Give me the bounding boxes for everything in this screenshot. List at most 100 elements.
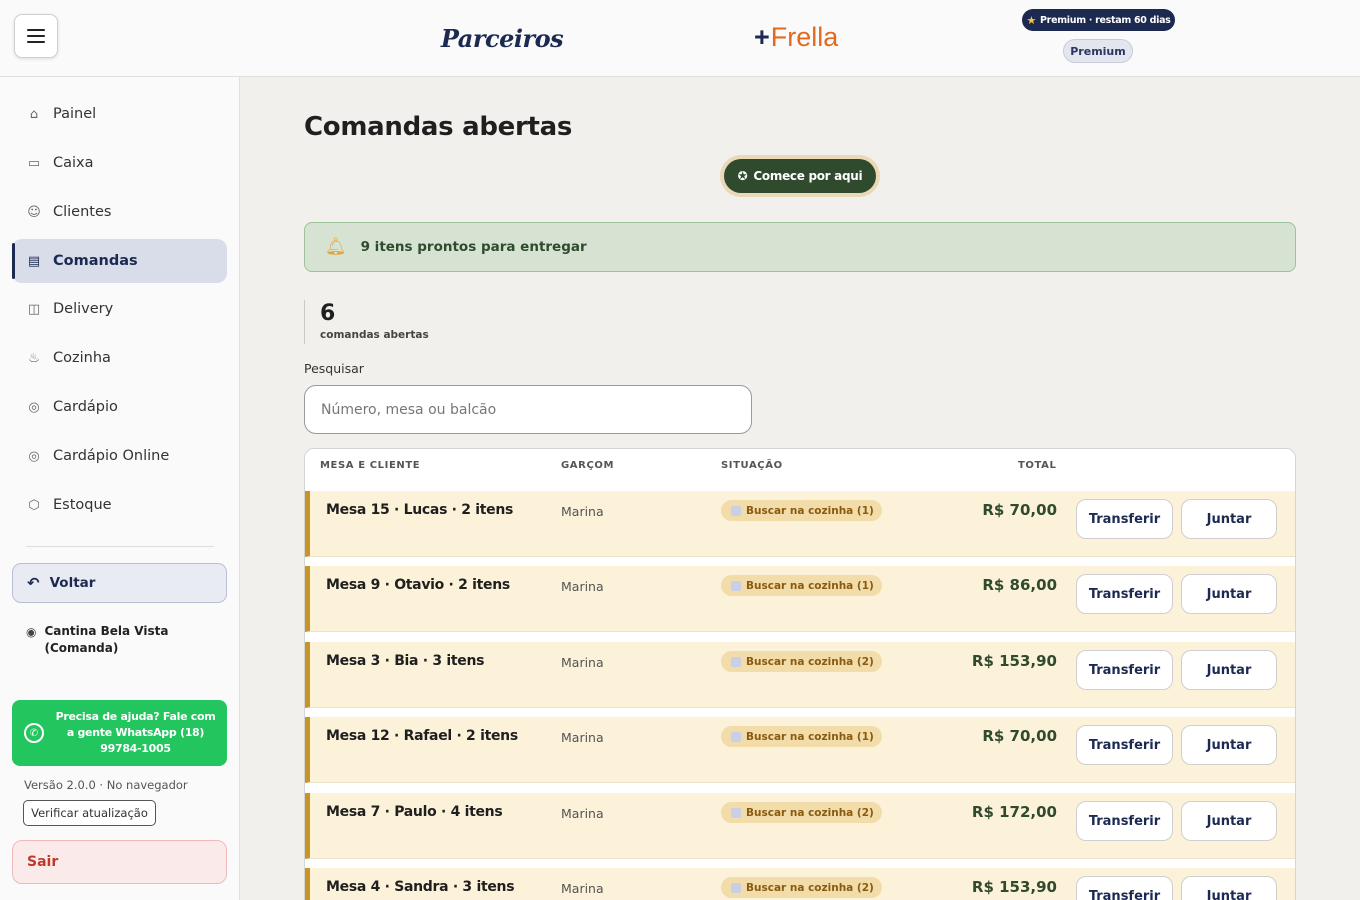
kitchen-icon [731,580,741,591]
column-header-total: TOTAL [1018,460,1057,471]
status-text: Buscar na cozinha (1) [746,504,874,517]
search-label: Pesquisar [304,361,364,376]
row-total: R$ 86,00 [982,576,1057,594]
sidebar-item-label: Estoque [53,497,112,513]
open-orders-count: 6 comandas abertas [304,300,429,344]
row-total: R$ 153,90 [971,878,1057,896]
bell-icon: 🔔︎ [325,237,347,257]
ready-items-alert[interactable]: 🔔︎ 9 itens prontos para entregar [304,222,1296,272]
check-update-button[interactable]: Verificar atualização [23,800,156,826]
row-mesa-cliente: Mesa 9 · Otavio · 2 itens [326,577,510,593]
status-text: Buscar na cozinha (2) [746,881,874,894]
sidebar-item-comandas[interactable]: ▤ Comandas [12,239,227,283]
cooking-pot-icon: ♨ [28,350,40,366]
premium-status-pill: ★ Premium · restam 60 dias [1022,9,1175,31]
status-badge: Buscar na cozinha (1) [721,500,882,521]
status-text: Buscar na cozinha (2) [746,655,874,668]
status-text: Buscar na cozinha (2) [746,806,874,819]
status-badge: Buscar na cozinha (1) [721,575,882,596]
transfer-button[interactable]: Transferir [1076,876,1173,900]
column-header-garcom: GARÇOM [561,460,615,471]
open-orders-number: 6 [320,301,336,326]
transfer-button[interactable]: Transferir [1076,574,1173,614]
sidebar-item-label: Cardápio [53,399,118,415]
version-info: Versão 2.0.0 · No navegador [24,778,188,792]
frella-logo-text: Frella [770,22,839,52]
column-header-situacao: SITUAÇÃO [721,460,783,471]
join-button[interactable]: Juntar [1181,801,1277,841]
ready-items-text: 9 itens prontos para entregar [360,239,587,255]
table-row[interactable]: Mesa 15 · Lucas · 2 itens Marina Buscar … [305,491,1295,557]
kitchen-icon [731,807,741,818]
kitchen-icon [731,656,741,667]
sidebar-item-painel[interactable]: ⌂ Painel [12,92,227,136]
kitchen-icon [731,505,741,516]
row-garcom: Marina [561,730,604,745]
column-header-mesa: MESA E CLIENTE [320,460,421,471]
compass-icon: ✪ [737,169,748,183]
table-row[interactable]: Mesa 9 · Otavio · 2 itens Marina Buscar … [305,566,1295,632]
whatsapp-help-button[interactable]: ✆ Precisa de ajuda? Fale com a gente Wha… [12,700,227,766]
logout-button[interactable]: Sair [12,840,227,884]
table-row[interactable]: Mesa 4 · Sandra · 3 itens Marina Buscar … [305,868,1295,900]
voltar-button[interactable]: ↶ Voltar [12,563,227,603]
premium-status-text: Premium · restam 60 dias [1040,14,1171,26]
search-input[interactable] [304,385,752,434]
row-mesa-cliente: Mesa 15 · Lucas · 2 itens [326,502,514,518]
join-button[interactable]: Juntar [1181,725,1277,765]
join-button[interactable]: Juntar [1181,574,1277,614]
start-here-button[interactable]: ✪ Comece por aqui [720,155,880,197]
page-title: Comandas abertas [304,112,573,142]
status-badge: Buscar na cozinha (1) [721,726,882,747]
sidebar-item-cardapio-online[interactable]: ◎ Cardápio Online [12,434,227,478]
table-header: MESA E CLIENTE GARÇOM SITUAÇÃO TOTAL [305,449,1295,483]
sidebar-item-label: Cardápio Online [53,448,170,464]
sidebar: ⌂ Painel ▭ Caixa ☺ Clientes ▤ Comandas ◫… [0,77,240,900]
row-garcom: Marina [561,806,604,821]
row-garcom: Marina [561,579,604,594]
start-here-inner: ✪ Comece por aqui [724,159,876,193]
sidebar-item-caixa[interactable]: ▭ Caixa [12,141,227,185]
whatsapp-help-text: Precisa de ajuda? Fale com a gente Whats… [55,710,216,755]
row-mesa-cliente: Mesa 3 · Bia · 3 itens [326,653,485,669]
status-badge: Buscar na cozinha (2) [721,877,882,898]
row-mesa-cliente: Mesa 4 · Sandra · 3 itens [326,879,515,895]
sidebar-item-estoque[interactable]: ⬡ Estoque [12,483,227,527]
row-total: R$ 172,00 [971,803,1057,821]
status-text: Buscar na cozinha (1) [746,579,874,592]
sidebar-item-cardapio[interactable]: ◎ Cardápio [12,385,227,429]
whatsapp-icon: ✆ [24,723,44,743]
join-button[interactable]: Juntar [1181,499,1277,539]
box-icon: ⬡ [28,497,40,513]
table-row[interactable]: Mesa 12 · Rafael · 2 itens Marina Buscar… [305,717,1295,783]
join-button[interactable]: Juntar [1181,876,1277,900]
menu-line [27,35,45,37]
sidebar-item-label: Cozinha [53,350,111,366]
transfer-button[interactable]: Transferir [1076,725,1173,765]
clipboard-icon: ▤ [27,253,41,269]
sidebar-item-label: Delivery [53,301,114,317]
row-total: R$ 153,90 [971,652,1057,670]
transfer-button[interactable]: Transferir [1076,650,1173,690]
location-pin-icon: ◉ [26,625,37,639]
table-row[interactable]: Mesa 3 · Bia · 3 itens Marina Buscar na … [305,642,1295,708]
orders-table: MESA E CLIENTE GARÇOM SITUAÇÃO TOTAL Mes… [304,448,1296,900]
status-badge: Buscar na cozinha (2) [721,651,882,672]
sidebar-item-delivery[interactable]: ◫ Delivery [12,287,227,331]
transfer-button[interactable]: Transferir [1076,499,1173,539]
users-icon: ☺ [27,204,41,220]
cash-icon: ▭ [27,155,41,171]
join-button[interactable]: Juntar [1181,650,1277,690]
voltar-label: Voltar [49,575,96,591]
sidebar-item-cozinha[interactable]: ♨ Cozinha [12,336,227,380]
sidebar-item-clientes[interactable]: ☺ Clientes [12,190,227,234]
hamburger-menu-button[interactable] [14,14,58,58]
online-menu-icon: ◎ [28,448,40,464]
table-row[interactable]: Mesa 7 · Paulo · 4 itens Marina Buscar n… [305,793,1295,859]
kitchen-icon [731,882,741,893]
transfer-button[interactable]: Transferir [1076,801,1173,841]
row-mesa-cliente: Mesa 7 · Paulo · 4 itens [326,804,503,820]
star-icon: ★ [1026,13,1037,27]
premium-badge[interactable]: Premium [1063,39,1133,63]
parceiros-logo: Parceiros [440,23,564,53]
